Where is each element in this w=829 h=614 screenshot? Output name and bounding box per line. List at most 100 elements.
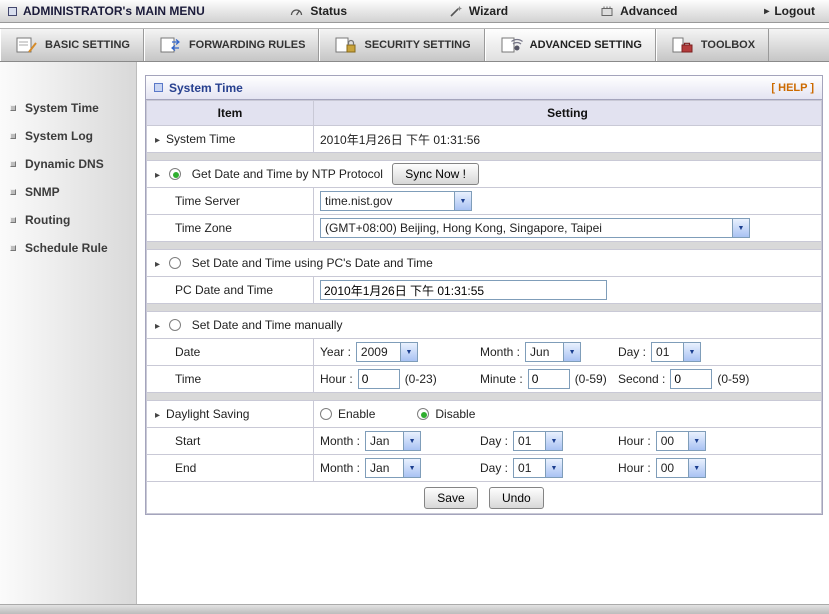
menu-item-label: Status (310, 4, 347, 18)
end-month-value: Jan (370, 461, 390, 475)
pc-time-radio[interactable] (169, 257, 182, 269)
settings-table: Item Setting ▸ System Time 2010年1月26日 下午 … (146, 100, 822, 514)
sidebar-item-label: Routing (25, 213, 71, 227)
start-hour-select[interactable]: 00 ▼ (655, 431, 706, 451)
save-button[interactable]: Save (424, 486, 478, 509)
year-selected-value: 2009 (360, 345, 388, 359)
sidebar-item-routing[interactable]: Routing (0, 206, 136, 234)
tab-security-setting[interactable]: SECURITY SETTING (319, 29, 485, 61)
sidebar-item-label: Dynamic DNS (25, 157, 104, 171)
time-zone-select[interactable]: (GMT+08:00) Beijing, Hong Kong, Singapor… (320, 218, 750, 238)
undo-button[interactable]: Undo (489, 486, 544, 509)
ntp-radio[interactable] (169, 168, 182, 180)
ntp-option-row: ▸ Get Date and Time by NTP Protocol Sync… (146, 160, 822, 188)
daylight-start-row: Start Month : Jan ▼ Day: 01 ▼ Hour: 00… (146, 427, 822, 455)
sidebar-item-system-time[interactable]: System Time (0, 94, 136, 122)
start-hour-label: Hour : (618, 434, 651, 448)
end-day-value: 01 (518, 461, 532, 475)
chevron-down-icon: ▼ (687, 459, 705, 477)
minute-input[interactable] (527, 369, 570, 389)
sidebar-item-label: System Time (25, 101, 99, 115)
system-time-value: 2010年1月26日 下午 01:31:56 (313, 125, 822, 153)
tab-forwarding-rules[interactable]: FORWARDING RULES (143, 29, 320, 61)
daylight-end-row: End Month : Jan ▼ Day: 01 ▼ Hour: 00 ▼ (146, 454, 822, 482)
month-selected-value: Jun (530, 345, 550, 359)
main-menu-title: ADMINISTRATOR's MAIN MENU (0, 4, 238, 18)
sidebar-item-snmp[interactable]: SNMP (0, 178, 136, 206)
menu-item-logout[interactable]: ▸ Logout (719, 4, 829, 18)
system-time-panel: System Time [ HELP ] Item Setting ▸ Syste… (145, 75, 823, 515)
daylight-start-label: Start (146, 427, 314, 455)
daylight-disable-radio[interactable] (417, 408, 430, 420)
basic-setting-icon (14, 35, 38, 55)
sync-now-button[interactable]: Sync Now ! (392, 163, 479, 185)
tab-advanced-setting[interactable]: ADVANCED SETTING (484, 29, 656, 61)
month-label: Month : (480, 345, 521, 359)
manual-radio[interactable] (169, 319, 182, 331)
chevron-down-icon: ▼ (454, 192, 471, 210)
tab-label: TOOLBOX (700, 39, 756, 51)
month-select[interactable]: Jun ▼ (525, 342, 582, 362)
panel-title-icon (154, 83, 163, 92)
pc-time-option-label: Set Date and Time using PC's Date and Ti… (191, 256, 433, 270)
end-hour-select[interactable]: 00 ▼ (655, 458, 706, 478)
bullet-icon (10, 189, 16, 195)
start-month-select[interactable]: Jan ▼ (365, 431, 422, 451)
help-link[interactable]: [ HELP ] (771, 82, 814, 94)
table-header-row: Item Setting (146, 100, 822, 126)
item-column-header: Item (146, 100, 314, 126)
hour-input[interactable] (357, 369, 400, 389)
sidebar-item-label: SNMP (25, 185, 60, 199)
menu-item-status[interactable]: Status (238, 4, 398, 18)
day-select[interactable]: 01 ▼ (651, 342, 702, 362)
advanced-icon (601, 6, 613, 16)
sidebar-item-schedule-rule[interactable]: Schedule Rule (0, 234, 136, 262)
sidebar-item-label: System Log (25, 129, 94, 143)
time-server-selected-value: time.nist.gov (325, 194, 393, 208)
section-separator (146, 392, 822, 401)
start-month-label: Month : (320, 434, 361, 448)
sidebar-item-dynamic-dns[interactable]: Dynamic DNS (0, 150, 136, 178)
tab-label: SECURITY SETTING (364, 39, 471, 51)
daylight-enable-radio[interactable] (320, 408, 332, 420)
year-select[interactable]: 2009 ▼ (355, 342, 418, 362)
start-day-select[interactable]: 01 ▼ (513, 431, 564, 451)
time-server-label: Time Server (146, 187, 314, 215)
daylight-saving-label: Daylight Saving (166, 407, 250, 421)
chevron-down-icon: ▼ (403, 432, 421, 450)
manual-option-label: Set Date and Time manually (191, 318, 343, 332)
time-zone-row: Time Zone (GMT+08:00) Beijing, Hong Kong… (146, 214, 822, 242)
manual-time-row: Time Hour : (0-23) Minute : (146, 365, 822, 393)
start-day-label: Day : (480, 434, 509, 448)
main-content: System Time [ HELP ] Item Setting ▸ Syste… (137, 62, 829, 604)
menu-item-label: Advanced (620, 4, 678, 18)
pc-date-time-input[interactable] (320, 280, 607, 300)
tab-toolbox[interactable]: TOOLBOX (655, 29, 770, 61)
wizard-icon (450, 5, 462, 17)
menu-item-label: Logout (774, 4, 815, 18)
time-server-select[interactable]: time.nist.gov ▼ (320, 191, 472, 211)
time-zone-label: Time Zone (146, 214, 314, 242)
second-input[interactable] (670, 369, 713, 389)
bullet-icon (10, 161, 16, 167)
start-day-value: 01 (518, 434, 532, 448)
menu-item-wizard[interactable]: Wizard (398, 4, 558, 18)
ntp-option-label: Get Date and Time by NTP Protocol (191, 167, 383, 181)
tab-bar-filler (769, 29, 829, 61)
end-day-select[interactable]: 01 ▼ (513, 458, 564, 478)
row-arrow-icon: ▸ (155, 170, 161, 181)
tab-basic-setting[interactable]: BASIC SETTING (0, 29, 144, 61)
logout-arrow-icon: ▸ (764, 5, 770, 17)
end-month-label: Month : (320, 461, 361, 475)
daylight-disable-label: Disable (435, 407, 476, 421)
system-time-label: System Time (166, 132, 236, 146)
bottom-strip (0, 604, 829, 614)
end-month-select[interactable]: Jan ▼ (365, 458, 422, 478)
row-arrow-icon: ▸ (155, 135, 161, 146)
sidebar: System Time System Log Dynamic DNS SNMP … (0, 62, 137, 604)
menu-item-advanced[interactable]: Advanced (559, 4, 719, 18)
row-arrow-icon: ▸ (155, 321, 161, 332)
sidebar-item-system-log[interactable]: System Log (0, 122, 136, 150)
daylight-enable-label: Enable (338, 407, 376, 421)
setting-column-header: Setting (313, 100, 822, 126)
